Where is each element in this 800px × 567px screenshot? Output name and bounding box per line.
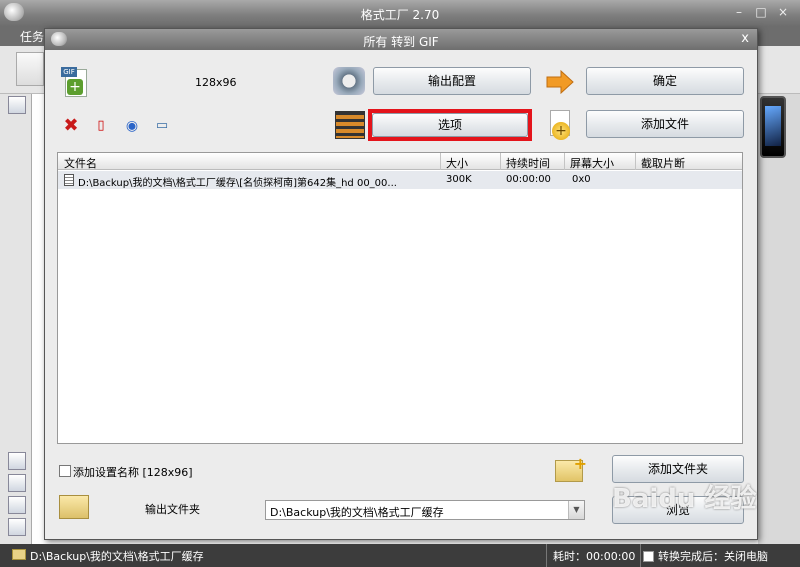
column-header-duration[interactable]: 持续时间 — [506, 155, 550, 171]
audio-category-icon[interactable] — [8, 452, 26, 470]
column-header-filename[interactable]: 文件名 — [64, 155, 97, 171]
app-title: 格式工厂 2.70 — [360, 8, 440, 22]
app-right-panel — [758, 94, 800, 544]
convert-to-gif-dialog: 所有 转到 GIF x GIF + 128x96 输出配置 确定 ✖ ▯ ◉ ▭ … — [44, 28, 758, 540]
video-file-icon — [64, 174, 74, 186]
minimize-button[interactable]: – — [732, 5, 746, 19]
app-close-button[interactable]: × — [776, 5, 790, 19]
cell-size: 300K — [446, 174, 472, 185]
video-category-icon[interactable] — [8, 96, 26, 114]
add-folder-icon: + — [555, 454, 587, 482]
add-file-button[interactable]: 添加文件 — [586, 110, 744, 138]
dialog-close-button[interactable]: x — [741, 31, 749, 46]
chevron-down-icon[interactable]: ▼ — [568, 501, 584, 519]
shutdown-checkbox[interactable] — [643, 551, 654, 562]
add-file-icon: + — [548, 110, 572, 140]
mobile-device-icon[interactable] — [760, 96, 786, 158]
status-bar: D:\Backup\我的文档\格式工厂缓存 耗时：00:00:00 转换完成后：… — [0, 544, 800, 567]
app-left-panel — [0, 94, 32, 544]
image-category-icon[interactable] — [8, 474, 26, 492]
options-highlight-box — [368, 109, 532, 141]
output-folder-label: 输出文件夹 — [145, 503, 200, 516]
status-path: D:\Backup\我的文档\格式工厂缓存 — [30, 550, 204, 563]
cell-screen-size: 0x0 — [572, 174, 591, 185]
disc-category-icon[interactable] — [8, 496, 26, 514]
camera-icon — [333, 67, 365, 95]
toolbar-document-icon[interactable] — [16, 52, 44, 86]
tools-category-icon[interactable] — [8, 518, 26, 536]
dialog-title: 所有 转到 GIF — [363, 35, 439, 49]
add-setting-name-checkbox[interactable] — [59, 465, 71, 477]
status-elapsed: 耗时：00:00:00 — [546, 544, 640, 567]
baidu-watermark: Baidu 经验 — [612, 484, 757, 514]
output-folder-path: D:\Backup\我的文档\格式工厂缓存 — [270, 506, 444, 519]
output-config-button[interactable]: 输出配置 — [373, 67, 531, 95]
table-header: 文件名 大小 持续时间 屏幕大小 截取片断 — [58, 153, 742, 170]
file-list-table: 文件名 大小 持续时间 屏幕大小 截取片断 D:\Backup\我的文档\格式工… — [57, 152, 743, 444]
app-title-bar: 格式工厂 2.70 – □ × — [0, 0, 800, 26]
column-header-screen-size[interactable]: 屏幕大小 — [570, 155, 614, 171]
output-folder-select[interactable]: D:\Backup\我的文档\格式工厂缓存 ▼ — [265, 500, 585, 520]
add-setting-name-label: 添加设置名称 [128x96] — [73, 466, 193, 479]
column-header-clip[interactable]: 截取片断 — [641, 155, 685, 171]
gif-format-icon: GIF + — [61, 67, 89, 99]
film-clip-icon — [335, 111, 365, 139]
output-size-label: 128x96 — [195, 76, 237, 89]
play-icon[interactable]: ◉ — [123, 117, 141, 135]
shutdown-label: 转换完成后：关闭电脑 — [658, 550, 768, 563]
remove-icon[interactable]: ✖ — [62, 117, 80, 135]
maximize-button[interactable]: □ — [754, 5, 768, 19]
table-row[interactable]: D:\Backup\我的文档\格式工厂缓存\[名侦探柯南]第642集_hd 00… — [58, 171, 742, 189]
clear-list-icon[interactable]: ▯ — [92, 117, 110, 135]
menu-task[interactable]: 任务 — [20, 28, 44, 45]
dialog-title-bar: 所有 转到 GIF x — [45, 29, 757, 50]
column-header-size[interactable]: 大小 — [446, 155, 468, 171]
cell-duration: 00:00:00 — [506, 174, 551, 185]
ok-button[interactable]: 确定 — [586, 67, 744, 95]
arrow-right-icon — [546, 69, 574, 95]
media-info-icon[interactable]: ▭ — [153, 117, 171, 135]
shutdown-after-done[interactable]: 转换完成后：关闭电脑 — [640, 544, 800, 567]
folder-icon — [12, 549, 26, 560]
output-folder-icon[interactable] — [59, 495, 89, 519]
cell-filename: D:\Backup\我的文档\格式工厂缓存\[名侦探柯南]第642集_hd 00… — [78, 178, 397, 189]
